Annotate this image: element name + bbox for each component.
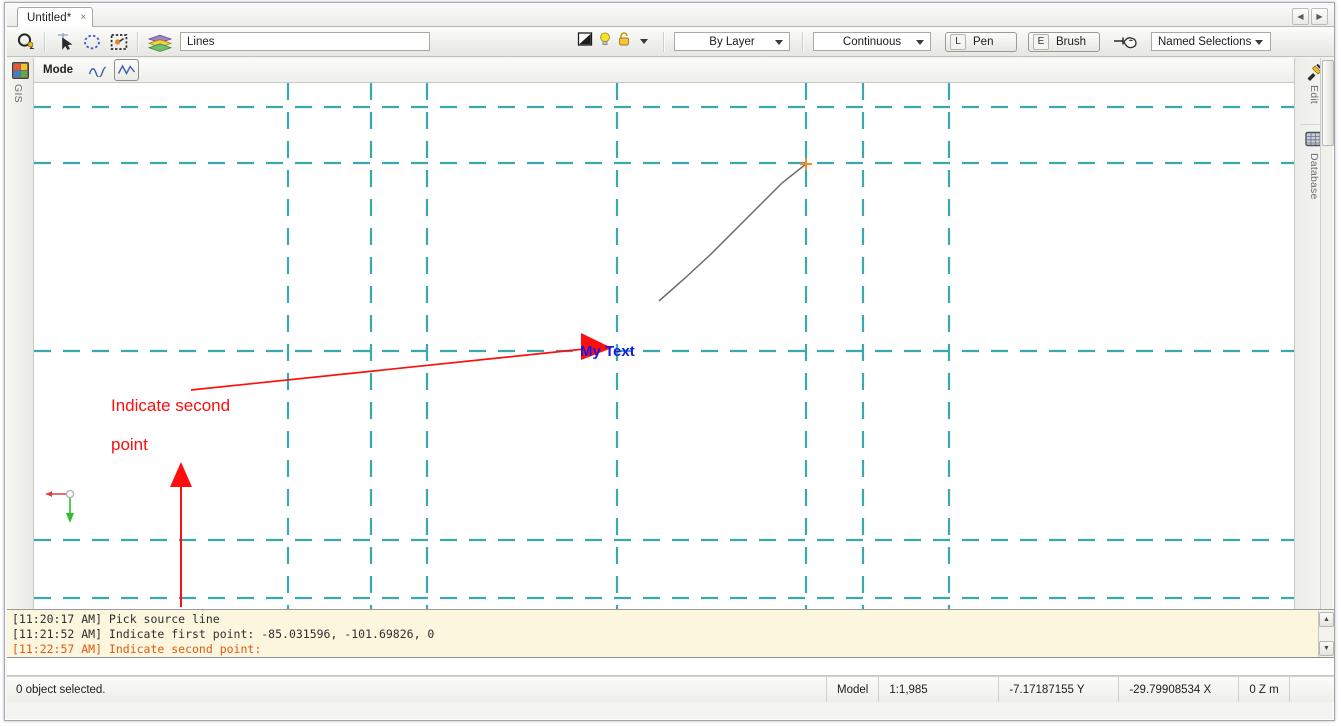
status-coord-x: -29.79908534 X: [1119, 677, 1240, 702]
layer-property-icons: [570, 31, 655, 52]
log-line-current: [11:22:57 AM] Indicate second point:: [12, 642, 262, 656]
annotation-vertical-arrow: [170, 462, 192, 607]
chevron-right-icon[interactable]: ▶: [1311, 8, 1328, 25]
annotation-line-2: point: [111, 435, 148, 454]
layer-properties-caret-down-icon[interactable]: [640, 39, 648, 44]
axis-orientation-indicator: [46, 489, 75, 523]
command-log-panel: [11:20:17 AM] Pick source line [11:21:52…: [7, 609, 1334, 657]
right-rail-label-database: Database: [1308, 153, 1320, 200]
linetype-combo[interactable]: Continuous: [813, 32, 931, 51]
linetype-combo-value: Continuous: [842, 35, 902, 48]
brush-button-label: Brush: [1056, 35, 1087, 48]
fence-select-icon[interactable]: [106, 29, 131, 54]
close-icon[interactable]: ×: [80, 12, 86, 23]
toolbar-separator: [802, 31, 804, 52]
scroll-up-icon[interactable]: ▲: [1319, 612, 1334, 627]
toolbar-separator: [663, 31, 665, 52]
mode-spline-icon[interactable]: [85, 59, 110, 81]
status-scale[interactable]: 1:1,985: [879, 677, 1000, 702]
gis-palette-icon[interactable]: [11, 61, 30, 80]
main-toolbar: Lines By Layer Continuous L Pen E Brush …: [7, 27, 1334, 57]
status-coord-z: 0 Z m: [1239, 677, 1290, 702]
left-sidebar-rail: GIS: [7, 58, 34, 609]
document-tab-label: Untitled*: [27, 11, 72, 24]
drawn-line-segment: [658, 163, 807, 302]
caret-down-icon: [775, 39, 783, 45]
canvas-vector-layer: [34, 83, 1296, 609]
pen-button[interactable]: L Pen: [945, 31, 1017, 52]
color-combo[interactable]: By Layer: [674, 32, 790, 51]
scroll-down-icon[interactable]: ▼: [1319, 641, 1334, 656]
drawing-text-label[interactable]: My Text: [580, 343, 635, 360]
annotation-leader-arrow: [190, 333, 612, 391]
log-line: [11:20:17 AM] Pick source line: [12, 612, 220, 626]
named-selections-value: Named Selections: [1158, 35, 1252, 48]
current-layer-field[interactable]: Lines: [180, 32, 430, 51]
pick-tool-icon[interactable]: [1110, 29, 1142, 54]
status-selection-text: 0 object selected.: [7, 677, 827, 702]
left-rail-label-gis[interactable]: GIS: [12, 84, 24, 103]
pen-button-label: Pen: [973, 35, 994, 48]
color-combo-value: By Layer: [709, 35, 755, 48]
lasso-select-icon[interactable]: [79, 29, 104, 54]
grid-horizontal-lines: [34, 105, 1296, 600]
chevron-left-icon[interactable]: ◀: [1292, 8, 1309, 25]
status-bar: 0 object selected. Model 1:1,985 -7.1718…: [7, 676, 1334, 702]
right-rail-label-edit: Edit: [1308, 85, 1320, 104]
color-swatch-icon[interactable]: [577, 31, 593, 52]
caret-down-icon: [1255, 39, 1263, 45]
toolbar-separator: [137, 31, 139, 52]
window-inner-border: Untitled* × ◀ ▶ Lines By Layer Continuou…: [5, 3, 1334, 720]
scrollbar-thumb[interactable]: [1322, 60, 1334, 146]
select-arrow-icon[interactable]: [52, 29, 77, 54]
window-frame: Untitled* × ◀ ▶ Lines By Layer Continuou…: [4, 2, 1335, 721]
document-tab-untitled[interactable]: Untitled* ×: [17, 7, 94, 28]
command-input[interactable]: [7, 657, 1334, 676]
annotation-line-1: Indicate second: [111, 396, 231, 415]
brush-shortcut-key: E: [1033, 33, 1049, 50]
document-tab-strip: Untitled* × ◀ ▶: [7, 5, 1334, 28]
indicate-second-point-note: Indicate second point: [111, 395, 230, 456]
padlock-icon[interactable]: [617, 31, 631, 52]
status-space[interactable]: Model: [827, 677, 880, 702]
mode-toolbar: Mode: [34, 58, 1296, 83]
lightbulb-icon[interactable]: [598, 31, 612, 52]
object-snap-icon[interactable]: [13, 29, 38, 54]
application-window: Untitled* × ◀ ▶ Lines By Layer Continuou…: [0, 0, 1341, 726]
log-scrollbar[interactable]: ▲ ▼: [1318, 611, 1334, 657]
toolbar-separator: [44, 31, 46, 52]
mode-label: Mode: [43, 64, 74, 76]
mode-polyline-icon[interactable]: [114, 59, 140, 81]
status-coord-y: -7.17187155 Y: [999, 677, 1120, 702]
pen-shortcut-key: L: [950, 33, 966, 50]
layers-icon[interactable]: [145, 29, 175, 54]
caret-down-icon: [916, 39, 924, 45]
log-line: [11:21:52 AM] Indicate first point: -85.…: [12, 627, 435, 641]
canvas-vertical-scrollbar[interactable]: [1320, 58, 1334, 609]
named-selections-combo[interactable]: Named Selections: [1151, 32, 1271, 51]
command-log-lines: [11:20:17 AM] Pick source line [11:21:52…: [12, 612, 1316, 657]
current-layer-label: Lines: [187, 35, 215, 48]
drawing-canvas[interactable]: Indicate second point My Text: [34, 83, 1297, 609]
brush-button[interactable]: E Brush: [1028, 31, 1100, 52]
tab-scroll-controls: ◀ ▶: [1292, 8, 1328, 25]
